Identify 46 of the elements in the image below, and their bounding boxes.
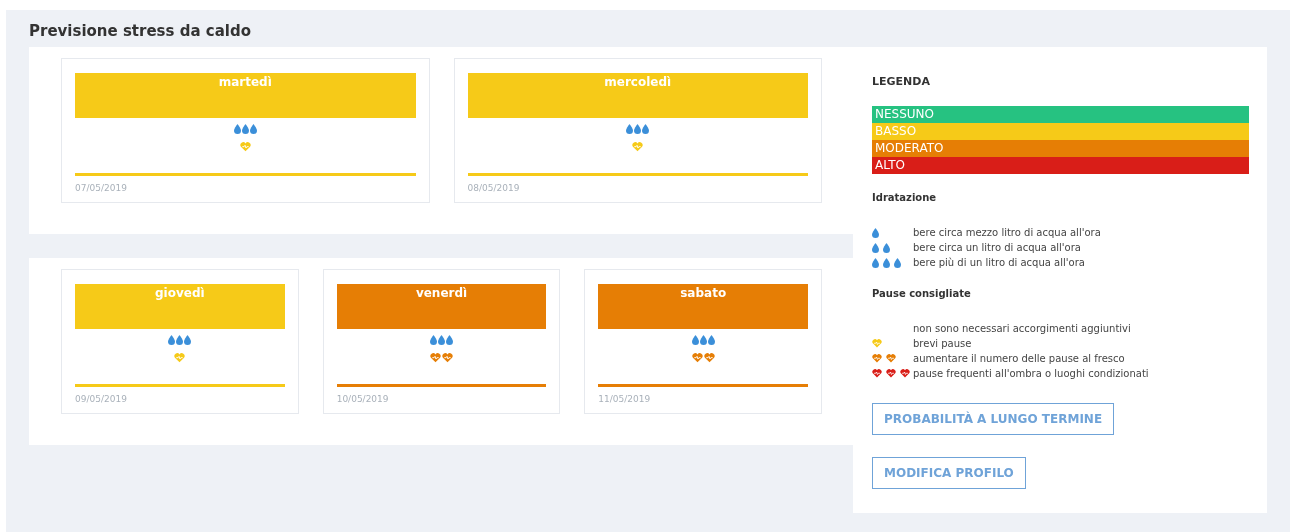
- action-button[interactable]: MODIFICA PROFILO: [872, 457, 1026, 489]
- heart-pulse-icon: [632, 142, 644, 152]
- water-drop-icon: [883, 257, 890, 268]
- water-drop-icon: [872, 227, 879, 238]
- legend-description: brevi pause: [913, 338, 972, 349]
- day-header: sabato: [598, 284, 808, 329]
- heart-pulse-icon: [430, 353, 441, 363]
- day-date: 11/05/2019: [598, 394, 652, 404]
- heart-pulse-icon: [872, 369, 882, 378]
- day-header: giovedì: [75, 284, 285, 329]
- legend-description: pause frequenti all'ombra o luoghi condizionati: [913, 368, 1149, 379]
- risk-level-label: ALTO: [872, 157, 1249, 174]
- water-drop-icon: [872, 257, 879, 268]
- day-header: martedì: [75, 73, 416, 118]
- risk-level-label: MODERATO: [872, 140, 1249, 157]
- heart-pulse-icon: [872, 354, 882, 363]
- section-title: Pause consigliate: [872, 288, 972, 299]
- page-title: Previsione stress da caldo: [29, 22, 252, 40]
- heart-pulse-icon: [442, 353, 453, 363]
- heart-pulse-icon: [886, 369, 896, 378]
- water-drop-icon: [883, 242, 890, 253]
- day-date: 08/05/2019: [467, 183, 521, 193]
- water-drop-icon: [894, 257, 901, 268]
- legend-description: bere più di un litro di acqua all'ora: [913, 257, 1085, 268]
- action-button[interactable]: PROBABILITÀ A LUNGO TERMINE: [872, 403, 1115, 435]
- legend-description: non sono necessari accorgimenti aggiuntivi: [913, 323, 1131, 334]
- day-date: 09/05/2019: [75, 394, 128, 404]
- risk-level-label: NESSUNO: [872, 106, 1249, 123]
- legend-description: aumentare il numero delle pause al fresco: [913, 353, 1125, 364]
- heart-pulse-icon: [174, 353, 186, 363]
- heart-pulse-icon: [703, 353, 715, 363]
- day-header: mercoledì: [467, 73, 808, 118]
- section-title: Idratazione: [872, 192, 938, 203]
- heart-pulse-icon: [691, 353, 703, 363]
- legend-title: LEGENDA: [872, 75, 931, 88]
- water-drop-icon: [872, 242, 879, 253]
- heart-pulse-icon: [872, 339, 882, 348]
- heart-pulse-icon: [886, 354, 896, 363]
- day-date: 07/05/2019: [75, 183, 128, 193]
- legend-description: bere circa mezzo litro di acqua all'ora: [913, 227, 1101, 238]
- risk-level-label: BASSO: [872, 123, 1249, 140]
- legend-description: bere circa un litro di acqua all'ora: [913, 242, 1081, 253]
- day-date: 10/05/2019: [336, 394, 390, 404]
- day-header: venerdì: [336, 284, 547, 329]
- heart-pulse-icon: [239, 142, 251, 152]
- heart-pulse-icon: [900, 369, 910, 378]
